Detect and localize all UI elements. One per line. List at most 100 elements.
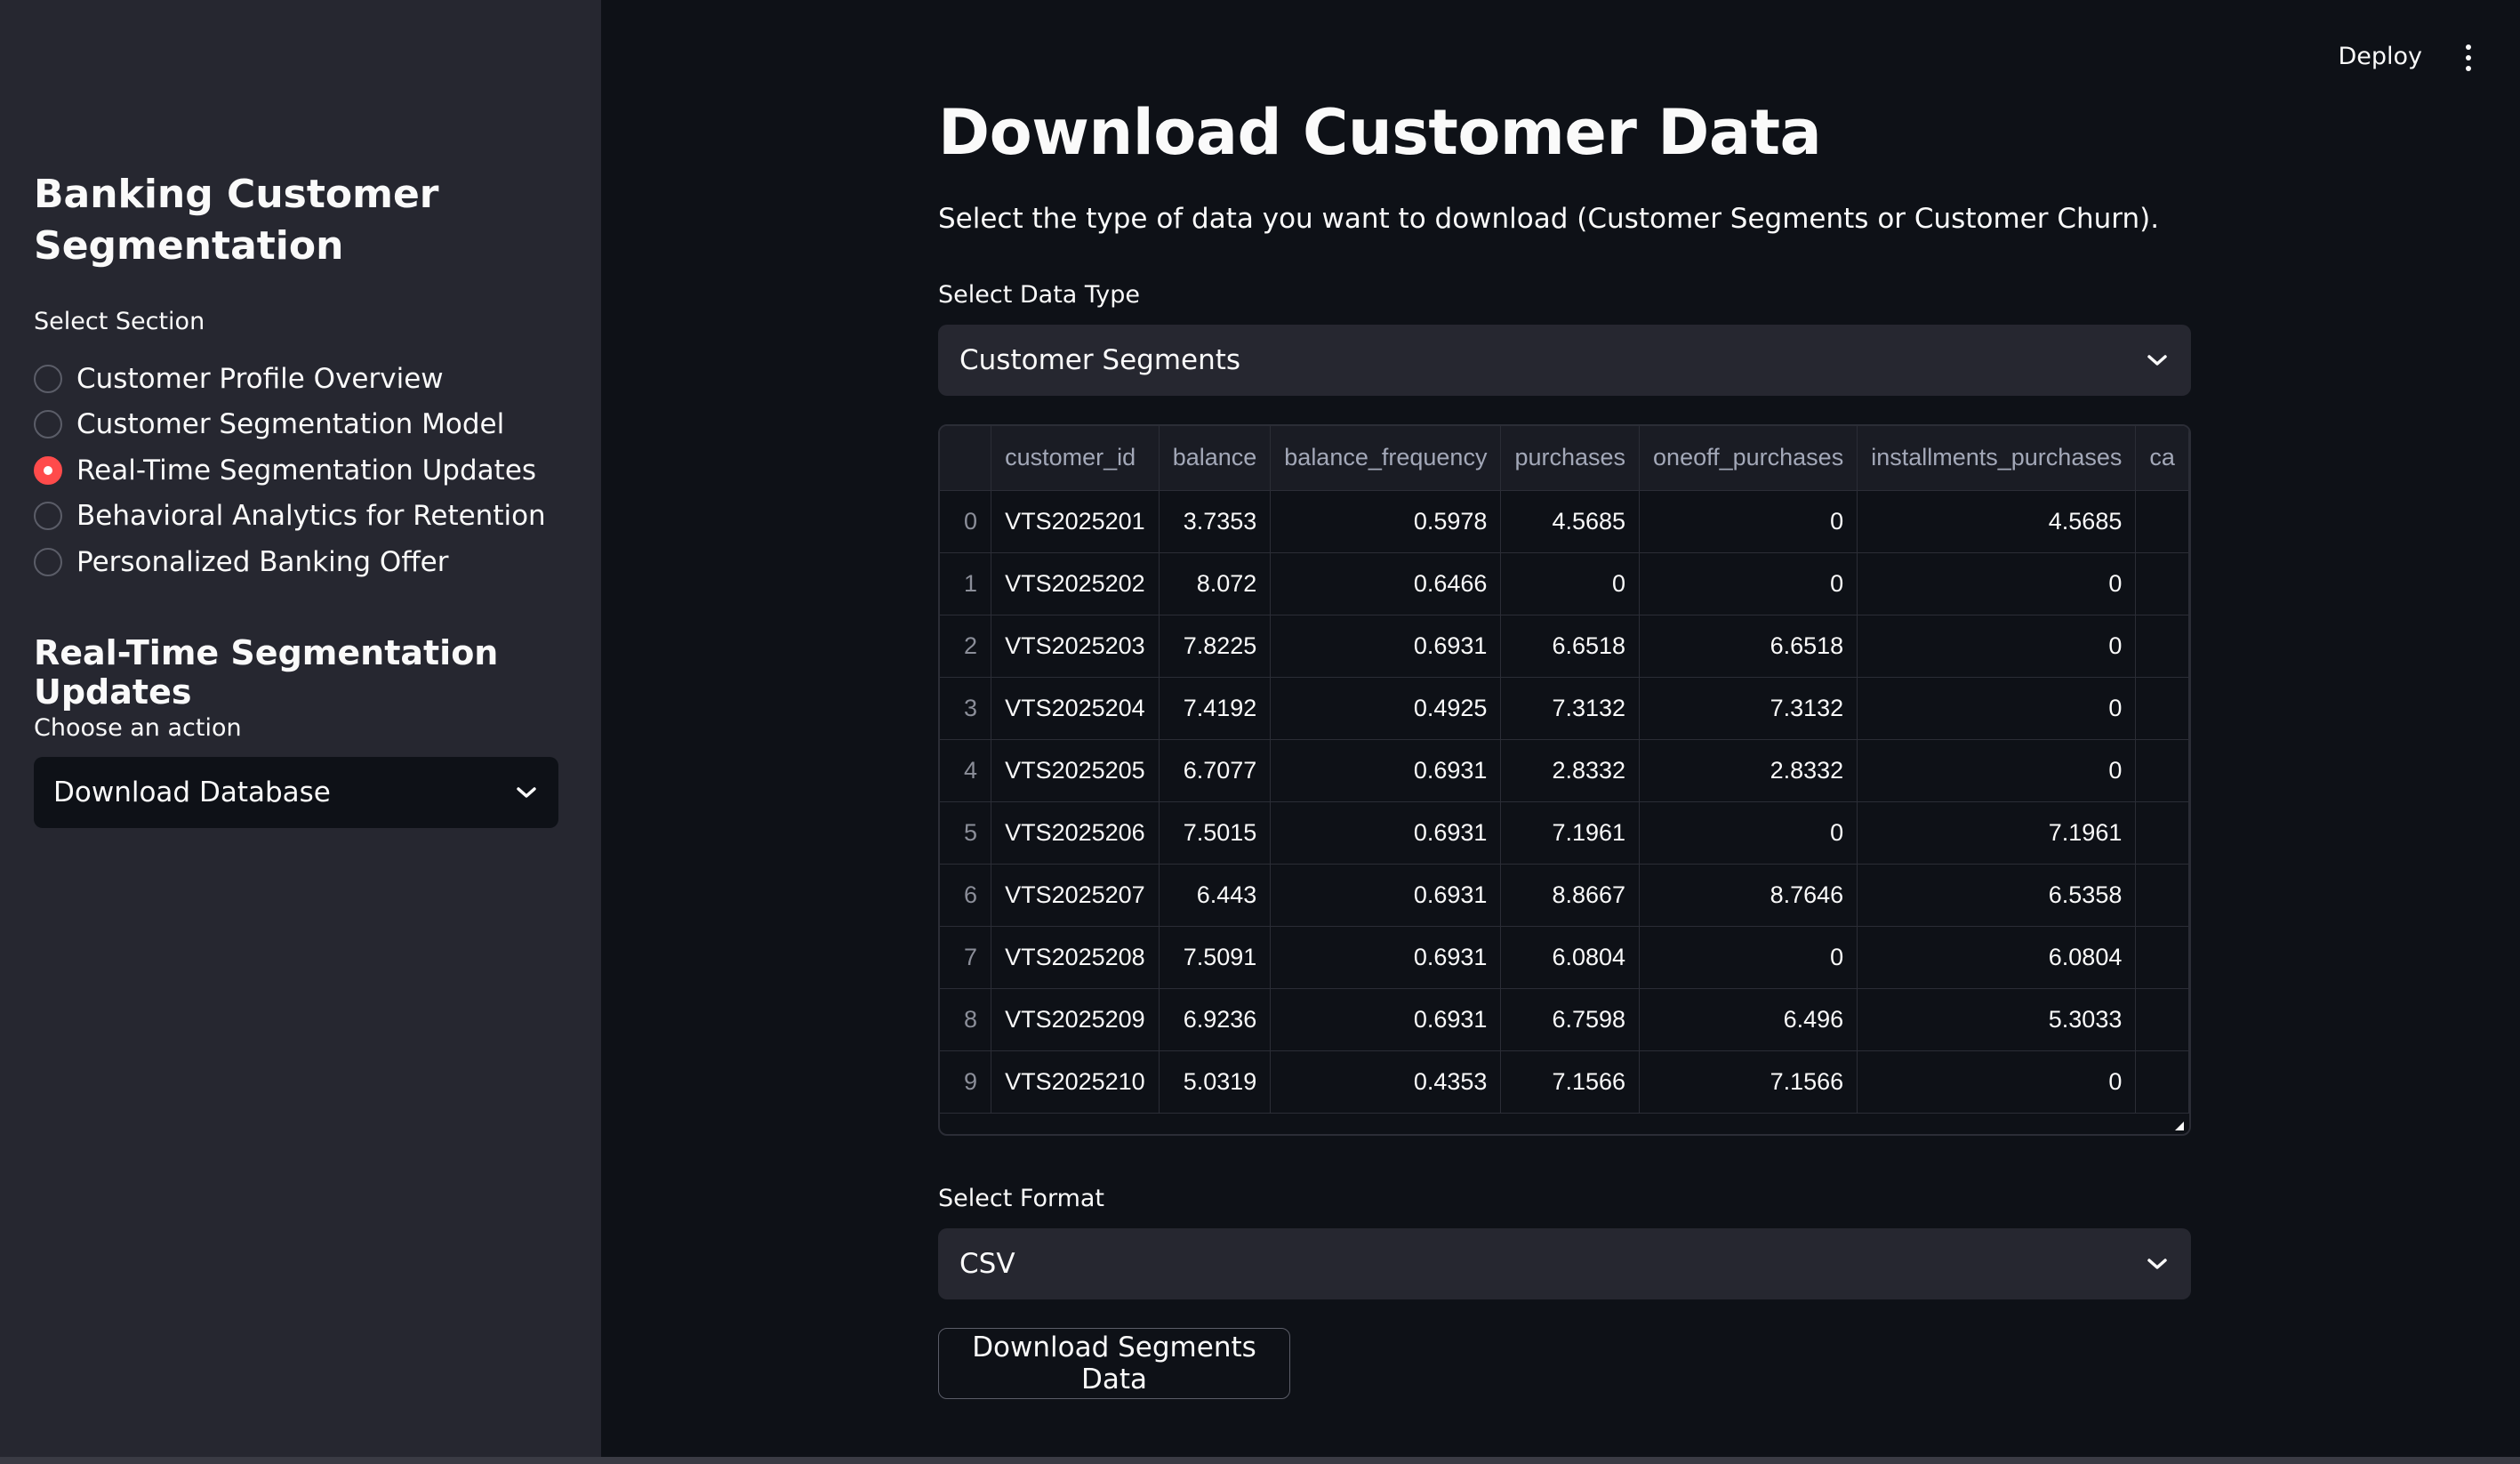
row-index[interactable]: 9 — [940, 1050, 992, 1114]
table-cell[interactable] — [2135, 926, 2189, 989]
table-cell[interactable]: 6.6518 — [1500, 615, 1641, 678]
table-cell[interactable]: 7.3132 — [1639, 677, 1858, 740]
row-index[interactable]: 8 — [940, 988, 992, 1051]
table-cell[interactable]: 6.9236 — [1159, 988, 1272, 1051]
table-cell[interactable]: 8.7646 — [1639, 864, 1858, 927]
table-cell[interactable]: 6.5358 — [1857, 864, 2137, 927]
table-cell[interactable] — [2135, 1050, 2189, 1114]
table-cell[interactable]: 7.1566 — [1500, 1050, 1641, 1114]
column-header[interactable]: installments_purchases — [1857, 426, 2137, 491]
table-cell[interactable] — [2135, 677, 2189, 740]
table-cell[interactable]: VTS2025210 — [991, 1050, 1160, 1114]
table-cell[interactable]: 7.5015 — [1159, 801, 1272, 865]
radio-personalized-banking-offer[interactable]: Personalized Banking Offer — [34, 539, 546, 585]
table-cell[interactable]: VTS2025205 — [991, 739, 1160, 802]
radio-real-time-segmentation-updates[interactable]: Real-Time Segmentation Updates — [34, 447, 546, 494]
table-cell[interactable]: 6.496 — [1639, 988, 1858, 1051]
row-index[interactable]: 1 — [940, 552, 992, 615]
radio-customer-profile-overview[interactable]: Customer Profile Overview — [34, 356, 546, 402]
table-cell[interactable]: 0.6931 — [1270, 988, 1502, 1051]
row-index[interactable]: 5 — [940, 801, 992, 865]
column-header[interactable]: purchases — [1500, 426, 1641, 491]
table-cell[interactable]: 5.3033 — [1857, 988, 2137, 1051]
table-cell[interactable]: 8.072 — [1159, 552, 1272, 615]
column-header[interactable]: oneoff_purchases — [1639, 426, 1858, 491]
resize-handle-icon[interactable] — [2175, 1122, 2184, 1130]
table-cell[interactable]: VTS2025206 — [991, 801, 1160, 865]
deploy-button[interactable]: Deploy — [2338, 43, 2422, 70]
table-cell[interactable]: 0.4925 — [1270, 677, 1502, 740]
table-cell[interactable]: 0 — [1639, 801, 1858, 865]
action-select[interactable]: Download Database — [34, 757, 558, 828]
table-cell[interactable]: VTS2025209 — [991, 988, 1160, 1051]
table-cell[interactable]: 3.7353 — [1159, 490, 1272, 553]
table-cell[interactable]: 6.7077 — [1159, 739, 1272, 802]
table-cell[interactable]: 7.5091 — [1159, 926, 1272, 989]
table-cell[interactable] — [2135, 801, 2189, 865]
radio-behavioral-analytics[interactable]: Behavioral Analytics for Retention — [34, 494, 546, 540]
row-index[interactable]: 3 — [940, 677, 992, 740]
table-cell[interactable] — [2135, 739, 2189, 802]
row-index[interactable]: 0 — [940, 490, 992, 553]
table-cell[interactable]: 8.8667 — [1500, 864, 1641, 927]
table-cell[interactable]: 0 — [1857, 552, 2137, 615]
table-cell[interactable]: 0 — [1857, 739, 2137, 802]
column-header[interactable]: ca — [2135, 426, 2189, 491]
column-header[interactable] — [940, 426, 992, 491]
table-cell[interactable]: 7.1961 — [1500, 801, 1641, 865]
table-cell[interactable]: 0 — [1639, 552, 1858, 615]
column-header[interactable]: balance — [1159, 426, 1272, 491]
table-cell[interactable]: 0 — [1857, 615, 2137, 678]
table-cell[interactable]: 2.8332 — [1639, 739, 1858, 802]
table-cell[interactable]: 7.1566 — [1639, 1050, 1858, 1114]
table-cell[interactable]: 5.0319 — [1159, 1050, 1272, 1114]
table-cell[interactable]: 0 — [1639, 926, 1858, 989]
table-cell[interactable] — [2135, 988, 2189, 1051]
table-cell[interactable]: 0.5978 — [1270, 490, 1502, 553]
table-cell[interactable]: 6.0804 — [1857, 926, 2137, 989]
table-cell[interactable]: 0.6931 — [1270, 864, 1502, 927]
table-cell[interactable] — [2135, 615, 2189, 678]
table-cell[interactable]: 7.3132 — [1500, 677, 1641, 740]
table-cell[interactable]: VTS2025203 — [991, 615, 1160, 678]
table-cell[interactable]: 7.4192 — [1159, 677, 1272, 740]
table-cell[interactable]: 0.6466 — [1270, 552, 1502, 615]
row-index[interactable]: 6 — [940, 864, 992, 927]
table-cell[interactable]: 0 — [1500, 552, 1641, 615]
row-index[interactable]: 7 — [940, 926, 992, 989]
table-cell[interactable]: 2.8332 — [1500, 739, 1641, 802]
table-cell[interactable]: 0.6931 — [1270, 739, 1502, 802]
table-cell[interactable] — [2135, 864, 2189, 927]
column-header[interactable]: customer_id — [991, 426, 1160, 491]
table-cell[interactable]: 7.1961 — [1857, 801, 2137, 865]
table-cell[interactable]: 6.443 — [1159, 864, 1272, 927]
row-index[interactable]: 2 — [940, 615, 992, 678]
table-cell[interactable]: 7.8225 — [1159, 615, 1272, 678]
download-segments-button[interactable]: Download Segments Data — [938, 1328, 1290, 1399]
radio-customer-segmentation-model[interactable]: Customer Segmentation Model — [34, 402, 546, 448]
table-cell[interactable]: 6.0804 — [1500, 926, 1641, 989]
table-cell[interactable] — [2135, 552, 2189, 615]
table-cell[interactable]: VTS2025201 — [991, 490, 1160, 553]
data-type-select[interactable]: Customer Segments — [938, 325, 2191, 396]
table-cell[interactable]: VTS2025207 — [991, 864, 1160, 927]
data-table[interactable]: customer_id balance balance_frequency pu… — [938, 424, 2191, 1136]
table-cell[interactable]: 0.4353 — [1270, 1050, 1502, 1114]
table-cell[interactable]: 0 — [1857, 1050, 2137, 1114]
table-cell[interactable]: 0.6931 — [1270, 926, 1502, 989]
format-select[interactable]: CSV — [938, 1228, 2191, 1299]
table-cell[interactable]: VTS2025208 — [991, 926, 1160, 989]
column-header[interactable]: balance_frequency — [1270, 426, 1502, 491]
table-cell[interactable]: VTS2025202 — [991, 552, 1160, 615]
table-cell[interactable]: 4.5685 — [1500, 490, 1641, 553]
table-cell[interactable]: 6.6518 — [1639, 615, 1858, 678]
table-cell[interactable]: 0 — [1857, 677, 2137, 740]
table-cell[interactable]: VTS2025204 — [991, 677, 1160, 740]
table-cell[interactable]: 4.5685 — [1857, 490, 2137, 553]
table-cell[interactable]: 0 — [1639, 490, 1858, 553]
table-cell[interactable]: 6.7598 — [1500, 988, 1641, 1051]
table-cell[interactable]: 0.6931 — [1270, 801, 1502, 865]
table-cell[interactable]: 0.6931 — [1270, 615, 1502, 678]
kebab-menu-icon[interactable] — [2461, 44, 2476, 71]
table-cell[interactable] — [2135, 490, 2189, 553]
